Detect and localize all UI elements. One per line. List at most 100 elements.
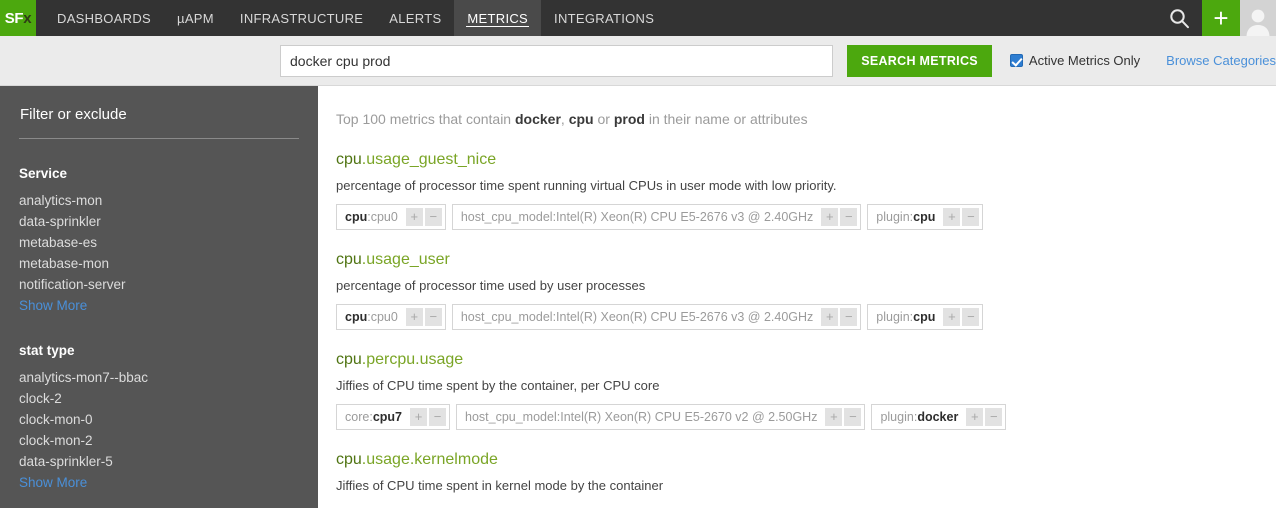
tag-chip-key: host_cpu_model	[465, 410, 557, 424]
tag-chip-buttons: + −	[821, 308, 858, 326]
facet-item[interactable]: analytics-mon	[19, 190, 298, 211]
search-metrics-button[interactable]: SEARCH METRICS	[847, 44, 992, 77]
summary-suffix: in their name or attributes	[644, 111, 808, 127]
facet-title: Service	[19, 166, 68, 181]
tag-chip-value: cpu7	[372, 410, 402, 424]
result-item: cpu.usage.kernelmode Jiffies of CPU time …	[336, 450, 1276, 494]
tag-chip-exclude-button[interactable]: −	[840, 308, 858, 326]
metric-name-rest: .usage.kernelmode	[361, 451, 498, 468]
result-tag-chips: cpu:cpu0 + − host_cpu_model:Intel(R) Xeon(R…	[336, 204, 1276, 230]
tag-chip-buttons: + −	[943, 208, 980, 226]
tag-chip-buttons: + −	[966, 408, 1003, 426]
tag-chip-exclude-button[interactable]: −	[424, 208, 442, 226]
tag-chip-buttons: + −	[405, 208, 442, 226]
tag-chip[interactable]: cpu:cpu0 + −	[336, 204, 446, 230]
tag-chip-exclude-button[interactable]: −	[429, 408, 446, 426]
active-metrics-only-checkbox[interactable]	[1009, 54, 1023, 67]
result-item: cpu.usage_user percentage of processor ti…	[336, 250, 1276, 330]
facet-show-more-link[interactable]: Show More	[19, 472, 87, 493]
summary-term-2: cpu	[568, 111, 594, 127]
tag-chip-exclude-button[interactable]: −	[962, 208, 980, 226]
nav-link-integrations[interactable]: INTEGRATIONS	[541, 0, 667, 36]
result-metric-name[interactable]: cpu.usage.kernelmode	[336, 450, 1276, 469]
facet-item[interactable]: metabase-es	[19, 232, 298, 253]
summary-term-3: prod	[613, 111, 645, 127]
tag-chip-exclude-button[interactable]: −	[844, 408, 862, 426]
tag-chip-key: host_cpu_model	[460, 210, 553, 224]
tag-chip-exclude-button[interactable]: −	[985, 408, 1003, 426]
summary-sep-2: or	[593, 111, 614, 127]
tag-chip-exclude-button[interactable]: −	[962, 308, 980, 326]
facet-show-more-link[interactable]: Show More	[19, 295, 87, 316]
tag-chip[interactable]: plugin:docker + −	[871, 404, 1007, 430]
app-logo[interactable]: SF x	[0, 0, 36, 36]
tag-chip-include-button[interactable]: +	[405, 208, 423, 226]
active-metrics-only-toggle[interactable]: Active Metrics Only	[1009, 53, 1141, 68]
facet-list: Service analytics-mon data-sprinkler metaba…	[19, 163, 298, 493]
tag-chip[interactable]: host_cpu_model:Intel(R) Xeon(R) CPU E5-2…	[451, 304, 862, 330]
facet-item[interactable]: data-sprinkler-5	[19, 451, 298, 472]
add-button[interactable]: +	[1202, 0, 1240, 36]
nav-link-metrics[interactable]: METRICS	[454, 0, 542, 36]
tag-chip-text: host_cpu_model:Intel(R) Xeon(R) CPU E5-2…	[465, 405, 817, 429]
tag-chip-include-button[interactable]: +	[821, 308, 839, 326]
tag-chip-include-button[interactable]: +	[943, 308, 961, 326]
search-icon[interactable]	[1156, 0, 1202, 36]
facet-item[interactable]: clock-mon-2	[19, 430, 298, 451]
facet-item[interactable]: clock-mon-0	[19, 409, 298, 430]
tag-chip[interactable]: core:cpu7 + −	[336, 404, 450, 430]
tag-chip-text: host_cpu_model:Intel(R) Xeon(R) CPU E5-2…	[461, 205, 813, 229]
search-input[interactable]	[280, 44, 834, 77]
tag-chip-text: cpu:cpu0	[345, 305, 398, 329]
result-item: cpu.usage_guest_nice percentage of proces…	[336, 150, 1276, 230]
tag-chip-include-button[interactable]: +	[825, 408, 843, 426]
browse-categories-link[interactable]: Browse Categories	[1166, 53, 1276, 68]
facet-item[interactable]: data-sprinkler	[19, 211, 298, 232]
tag-chip-text: cpu:cpu0	[345, 205, 398, 229]
facet-item[interactable]: notification-server	[19, 274, 298, 295]
nav-link--apm[interactable]: µAPM	[164, 0, 227, 36]
tag-chip[interactable]: host_cpu_model:Intel(R) Xeon(R) CPU E5-2…	[456, 404, 866, 430]
facet-item[interactable]: clock-2	[19, 388, 298, 409]
result-tag-chips: core:cpu7 + − host_cpu_model:Intel(R) Xeon(…	[336, 404, 1276, 430]
metric-name-match: cpu	[336, 351, 362, 368]
metric-name-rest: .usage_guest_nice	[361, 151, 497, 168]
logo-text-primary: SF	[4, 9, 24, 27]
tag-chip[interactable]: host_cpu_model:Intel(R) Xeon(R) CPU E5-2…	[451, 204, 862, 230]
facet-group: Service analytics-mon data-sprinkler metaba…	[19, 163, 298, 316]
tag-chip-include-button[interactable]: +	[821, 208, 839, 226]
facet-item[interactable]: metabase-mon	[19, 253, 298, 274]
search-bar: SEARCH METRICS Active Metrics Only Brows…	[0, 36, 1276, 86]
tag-chip[interactable]: plugin:cpu + −	[867, 304, 984, 330]
nav-link-infrastructure[interactable]: INFRASTRUCTURE	[227, 0, 376, 36]
result-metric-name[interactable]: cpu.usage_guest_nice	[336, 150, 1276, 169]
tag-chip[interactable]: plugin:cpu + −	[867, 204, 984, 230]
tag-chip-include-button[interactable]: +	[943, 208, 961, 226]
tag-chip-buttons: + −	[410, 408, 446, 426]
nav-link-dashboards[interactable]: DASHBOARDS	[44, 0, 164, 36]
tag-chip-text: plugin:cpu	[876, 305, 935, 329]
tag-chip[interactable]: cpu:cpu0 + −	[336, 304, 446, 330]
tag-chip-include-button[interactable]: +	[410, 408, 427, 426]
result-metric-name[interactable]: cpu.percpu.usage	[336, 350, 1276, 369]
result-item: cpu.percpu.usage Jiffies of CPU time spen…	[336, 350, 1276, 430]
tag-chip-exclude-button[interactable]: −	[840, 208, 858, 226]
tag-chip-include-button[interactable]: +	[966, 408, 984, 426]
result-description: percentage of processor time used by use…	[336, 278, 646, 293]
tag-chip-exclude-button[interactable]: −	[424, 308, 442, 326]
results-list: cpu.usage_guest_nice percentage of proces…	[336, 150, 1276, 494]
result-description: Jiffies of CPU time spent in kernel mode…	[336, 478, 664, 493]
logo-text-accent: x	[23, 9, 32, 27]
nav-link-alerts[interactable]: ALERTS	[376, 0, 454, 36]
tag-chip-include-button[interactable]: +	[405, 308, 423, 326]
active-metrics-only-label: Active Metrics Only	[1028, 53, 1141, 68]
tag-chip-value: cpu0	[370, 210, 398, 224]
result-metric-name[interactable]: cpu.usage_user	[336, 250, 1276, 269]
tag-chip-buttons: + −	[405, 308, 442, 326]
result-description: Jiffies of CPU time spent by the contain…	[336, 378, 660, 393]
nav-right-actions: +	[1156, 0, 1276, 36]
tag-chip-key: cpu	[345, 310, 368, 324]
facet-item[interactable]: analytics-mon7--bbac	[19, 367, 298, 388]
avatar[interactable]	[1240, 0, 1276, 36]
tag-chip-buttons: + −	[821, 208, 858, 226]
